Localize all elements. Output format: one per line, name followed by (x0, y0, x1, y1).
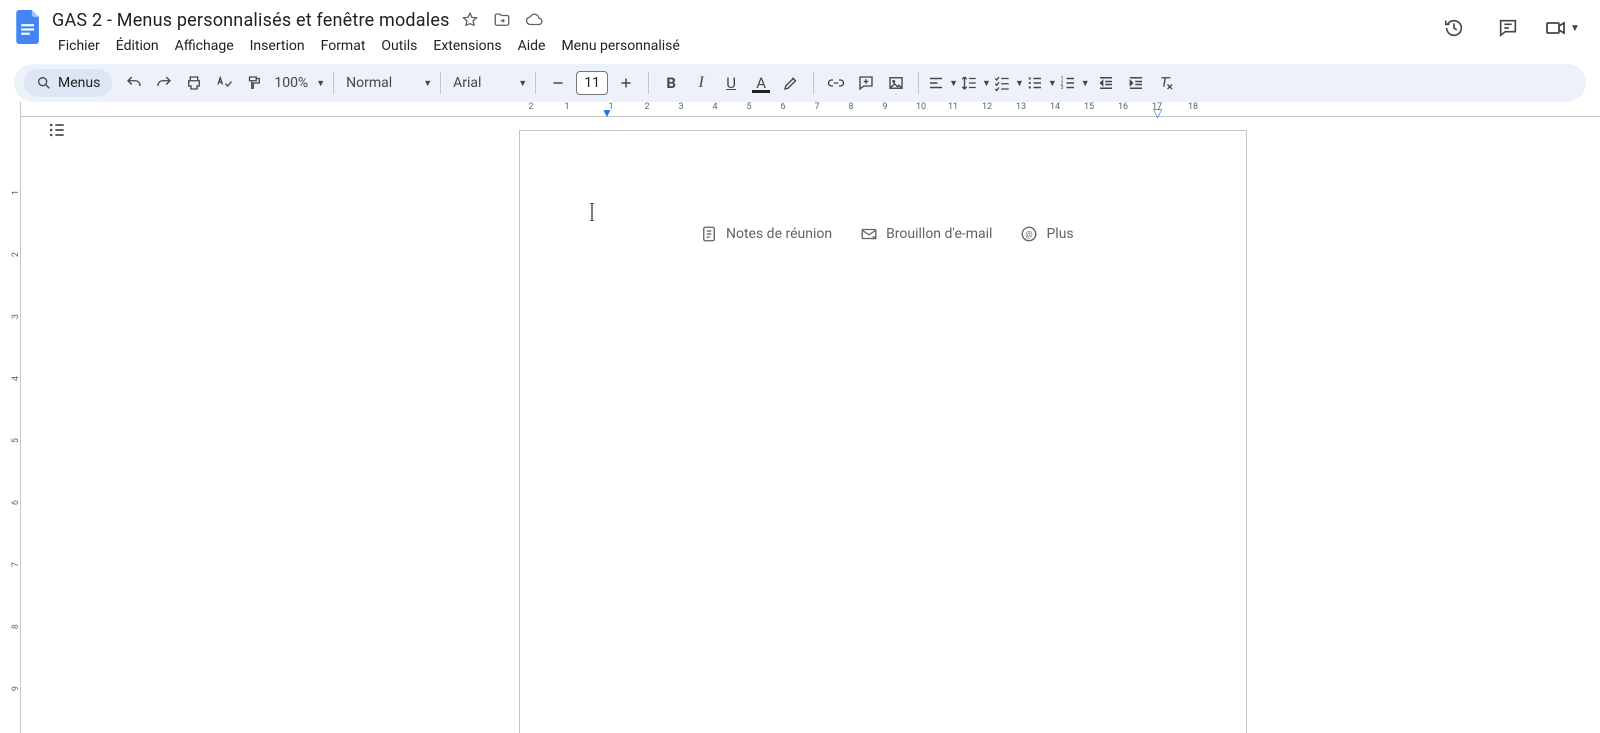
font-size-input[interactable]: 11 (576, 71, 608, 95)
more-chip[interactable]: @ Plus (1020, 225, 1073, 243)
history-icon[interactable] (1436, 10, 1472, 46)
decrease-font-size-button[interactable] (544, 69, 572, 97)
svg-text:3: 3 (1060, 85, 1063, 91)
cloud-saved-icon[interactable] (522, 8, 546, 32)
italic-button[interactable]: I (687, 69, 715, 97)
increase-indent-button[interactable] (1122, 69, 1150, 97)
paragraph-style-dropdown[interactable]: Normal▼ (342, 75, 432, 91)
underline-button[interactable]: U (717, 69, 745, 97)
redo-button[interactable] (150, 69, 178, 97)
document-outline-button[interactable] (41, 114, 73, 146)
insert-image-button[interactable] (882, 69, 910, 97)
menu-file[interactable]: Fichier (52, 36, 106, 56)
menu-insert[interactable]: Insertion (244, 36, 311, 56)
move-folder-icon[interactable] (490, 8, 514, 32)
text-cursor-icon (588, 203, 598, 221)
chevron-down-icon: ▼ (1570, 23, 1580, 34)
font-dropdown[interactable]: Arial▼ (449, 75, 527, 91)
line-spacing-dropdown[interactable]: ▼ (960, 74, 991, 92)
menu-edit[interactable]: Édition (110, 36, 165, 56)
numbered-list-dropdown[interactable]: 123▼ (1059, 74, 1090, 92)
docs-logo[interactable] (10, 8, 48, 46)
vertical-ruler: 12345678910 (0, 102, 21, 733)
bulleted-list-dropdown[interactable]: ▼ (1026, 74, 1057, 92)
menu-help[interactable]: Aide (512, 36, 552, 56)
menu-format[interactable]: Format (315, 36, 372, 56)
align-dropdown[interactable]: ▼ (927, 74, 958, 92)
add-comment-button[interactable] (852, 69, 880, 97)
toolbar: Menus 100%▼ Normal▼ Arial▼ 11 B I U A ▼ … (14, 64, 1586, 102)
horizontal-ruler: 21123456789101112131415161718 ▼ ▽ (21, 102, 1600, 117)
decrease-indent-button[interactable] (1092, 69, 1120, 97)
menu-extensions[interactable]: Extensions (427, 36, 507, 56)
highlight-button[interactable] (777, 69, 805, 97)
menu-custom[interactable]: Menu personnalisé (555, 36, 685, 56)
undo-button[interactable] (120, 69, 148, 97)
meeting-notes-chip[interactable]: Notes de réunion (700, 225, 832, 243)
svg-text:@: @ (1026, 230, 1034, 240)
increase-font-size-button[interactable] (612, 69, 640, 97)
left-indent-marker[interactable]: ▼ (601, 106, 613, 120)
document-page[interactable]: Notes de réunion Brouillon d'e-mail @ Pl… (519, 130, 1247, 733)
app-header: GAS 2 - Menus personnalisés et fenêtre m… (0, 0, 1600, 62)
clear-formatting-button[interactable] (1152, 69, 1180, 97)
menubar: Fichier Édition Affichage Insertion Form… (52, 34, 1436, 58)
checklist-dropdown[interactable]: ▼ (993, 74, 1024, 92)
menu-view[interactable]: Affichage (169, 36, 240, 56)
insert-link-button[interactable] (822, 69, 850, 97)
paint-format-button[interactable] (240, 69, 268, 97)
right-indent-marker[interactable]: ▽ (1153, 106, 1162, 120)
text-color-button[interactable]: A (747, 69, 775, 97)
print-button[interactable] (180, 69, 208, 97)
menus-search-label: Menus (58, 75, 100, 91)
chip-label: Plus (1046, 226, 1073, 242)
comments-icon[interactable] (1490, 10, 1526, 46)
menu-tools[interactable]: Outils (375, 36, 423, 56)
document-title[interactable]: GAS 2 - Menus personnalisés et fenêtre m… (52, 10, 450, 31)
zoom-dropdown[interactable]: 100%▼ (270, 75, 325, 91)
email-draft-chip[interactable]: Brouillon d'e-mail (860, 225, 992, 243)
meet-button[interactable]: ▼ (1544, 10, 1580, 46)
bold-button[interactable]: B (657, 69, 685, 97)
chip-label: Notes de réunion (726, 226, 832, 242)
menus-search-button[interactable]: Menus (24, 69, 112, 97)
star-icon[interactable] (458, 8, 482, 32)
spellcheck-button[interactable] (210, 69, 238, 97)
chip-label: Brouillon d'e-mail (886, 226, 992, 242)
